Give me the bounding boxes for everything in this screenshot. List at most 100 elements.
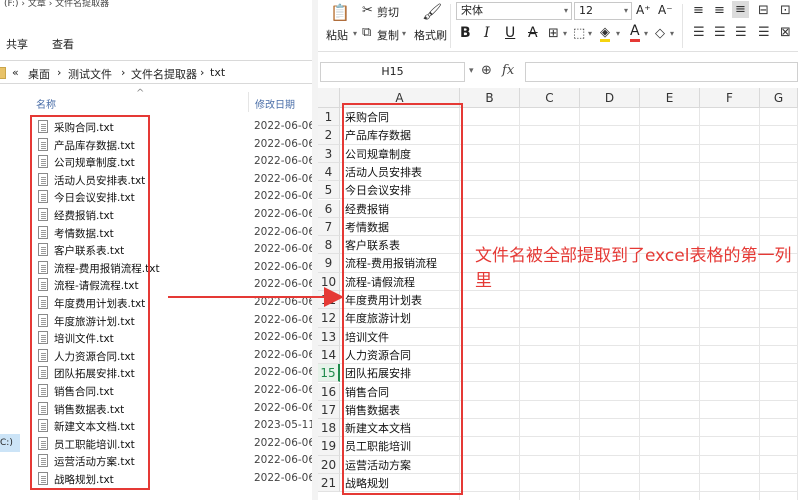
chevron-down-icon[interactable]: ▾ — [670, 29, 674, 38]
indent-icon[interactable]: ⊡ — [780, 3, 791, 18]
align-middle-icon[interactable]: ≡ — [714, 3, 725, 18]
chevron-down-icon[interactable]: ▾ — [402, 29, 406, 38]
row-header[interactable]: 4 — [318, 162, 340, 182]
align-top-icon[interactable]: ≡ — [693, 3, 704, 18]
explorer-ribbon: 共享 查看 — [0, 30, 318, 54]
file-modified-date: 2022-06-06 — [254, 296, 316, 308]
home-ribbon: 📋 粘贴 ▾ ✂ 剪切 ⧉ 复制 ▾ 🖌 格式刷 宋体 ▾ 12 ▾ A⁺ A⁻… — [318, 0, 798, 52]
fx-icon[interactable]: fx — [502, 63, 514, 78]
strikethrough-button[interactable]: A — [528, 25, 538, 41]
row-header[interactable]: 18 — [318, 419, 340, 438]
row-header[interactable]: 14 — [318, 345, 340, 365]
row-header[interactable]: 16 — [318, 382, 340, 401]
chevron-down-icon[interactable]: ▾ — [588, 29, 592, 38]
bold-button[interactable]: B — [460, 25, 471, 41]
align-right-icon[interactable]: ☰ — [735, 25, 747, 40]
format-painter-icon[interactable]: 🖌 — [422, 2, 442, 21]
row-header[interactable]: 1 — [318, 108, 340, 127]
wrap-text-icon[interactable]: ⊟ — [758, 3, 769, 18]
file-modified-date: 2022-06-06 — [254, 366, 316, 379]
column-header-e[interactable]: E — [640, 88, 700, 108]
row-header[interactable]: 19 — [318, 437, 340, 456]
chevron-down-icon[interactable]: ▾ — [469, 66, 474, 76]
font-name-select[interactable]: 宋体 ▾ — [456, 2, 572, 20]
copy-icon[interactable]: ⧉ — [362, 25, 371, 40]
ribbon-divider — [682, 4, 683, 48]
underline-button[interactable]: U — [505, 25, 515, 41]
select-all-corner[interactable] — [318, 88, 340, 108]
file-modified-date: 2022-06-06 — [254, 190, 316, 203]
navigation-pane[interactable]: C:) — [0, 88, 20, 500]
file-modified-date: 2022-06-06 — [254, 260, 316, 273]
row-header[interactable]: 3 — [318, 144, 340, 163]
row-header[interactable]: 11 — [318, 291, 340, 310]
breadcrumb-extractor[interactable]: 文件名提取器 — [131, 66, 197, 82]
distributed-icon[interactable]: ⊠ — [780, 25, 791, 40]
column-header-d[interactable]: D — [580, 88, 640, 108]
file-list-header: ^ 名称 修改日期 — [22, 88, 318, 114]
shrink-font-button[interactable]: A⁻ — [658, 3, 673, 17]
chevron-down-icon[interactable]: ▾ — [616, 29, 620, 38]
copy-button[interactable]: 复制 — [377, 27, 399, 43]
row-header[interactable]: 21 — [318, 474, 340, 493]
row-header[interactable]: 15 — [318, 364, 340, 383]
chevron-down-icon[interactable]: ▾ — [353, 29, 357, 38]
column-header-date[interactable]: 修改日期 — [255, 96, 295, 111]
eraser-icon[interactable]: ◇ — [655, 26, 665, 41]
row-header[interactable]: 7 — [318, 217, 340, 237]
highlight-box-filenames — [30, 115, 150, 490]
chevron-right-icon: › — [121, 66, 126, 79]
column-header-g[interactable]: G — [760, 88, 798, 108]
font-color-button[interactable]: A — [630, 24, 640, 42]
justify-icon[interactable]: ☰ — [758, 25, 770, 40]
column-header-c[interactable]: C — [520, 88, 580, 108]
paste-button[interactable]: 粘贴 — [326, 27, 348, 43]
column-header-f[interactable]: F — [700, 88, 760, 108]
font-size-select[interactable]: 12 ▾ — [574, 2, 632, 20]
breadcrumb-test-files[interactable]: 测试文件 — [68, 66, 112, 82]
align-center-icon[interactable]: ☰ — [714, 25, 726, 40]
column-header-b[interactable]: B — [460, 88, 520, 108]
breadcrumb-overflow[interactable]: « — [12, 66, 19, 79]
cell-style-icon[interactable]: ⬚ — [573, 26, 585, 41]
cut-button[interactable]: 剪切 — [377, 4, 399, 20]
row-header[interactable]: 6 — [318, 199, 340, 218]
chevron-down-icon[interactable]: ▾ — [563, 29, 567, 38]
grow-font-button[interactable]: A⁺ — [636, 3, 651, 17]
align-bottom-icon[interactable]: ≡ — [732, 1, 749, 18]
tab-share[interactable]: 共享 — [6, 36, 28, 52]
chevron-down-icon[interactable]: ▾ — [644, 29, 648, 38]
row-header[interactable]: 5 — [318, 181, 340, 200]
row-header[interactable]: 20 — [318, 455, 340, 474]
explorer-title-text: (F:) › 文章 › 文件名提取器 — [4, 0, 110, 9]
row-header[interactable]: 9 — [318, 254, 340, 273]
align-left-icon[interactable]: ☰ — [693, 25, 705, 40]
border-icon[interactable]: ⊞ — [548, 26, 559, 41]
scissors-icon[interactable]: ✂ — [362, 3, 373, 18]
address-bar[interactable]: « 桌面 › 测试文件 › 文件名提取器 › txt — [0, 60, 318, 84]
paste-icon[interactable]: 📋 — [330, 3, 350, 22]
file-modified-date: 2022-06-06 — [254, 155, 316, 168]
breadcrumb-desktop[interactable]: 桌面 — [28, 66, 50, 82]
tab-view[interactable]: 查看 — [52, 36, 74, 52]
breadcrumb-txt[interactable]: txt — [210, 66, 225, 79]
column-divider[interactable] — [248, 92, 249, 112]
font-size-value: 12 — [579, 4, 593, 17]
row-header[interactable]: 8 — [318, 236, 340, 255]
file-modified-date: 2023-05-11 — [254, 419, 316, 432]
italic-button[interactable]: I — [484, 25, 490, 41]
nav-drive-c[interactable]: C:) — [0, 434, 20, 452]
format-painter-button[interactable]: 格式刷 — [414, 27, 447, 43]
row-header[interactable]: 2 — [318, 126, 340, 145]
row-header[interactable]: 17 — [318, 400, 340, 420]
row-header[interactable]: 13 — [318, 327, 340, 346]
formula-input[interactable] — [525, 62, 798, 82]
column-header-name[interactable]: 名称 — [36, 96, 56, 111]
fill-color-icon[interactable]: ◈ — [600, 26, 610, 42]
file-modified-date: 2022-06-06 — [254, 401, 316, 414]
formula-icons: ⊕ fx — [481, 63, 514, 78]
zoom-icon[interactable]: ⊕ — [481, 63, 492, 78]
row-header[interactable]: 10 — [318, 272, 340, 291]
row-header[interactable]: 12 — [318, 309, 340, 328]
name-box[interactable]: H15 — [320, 62, 465, 82]
